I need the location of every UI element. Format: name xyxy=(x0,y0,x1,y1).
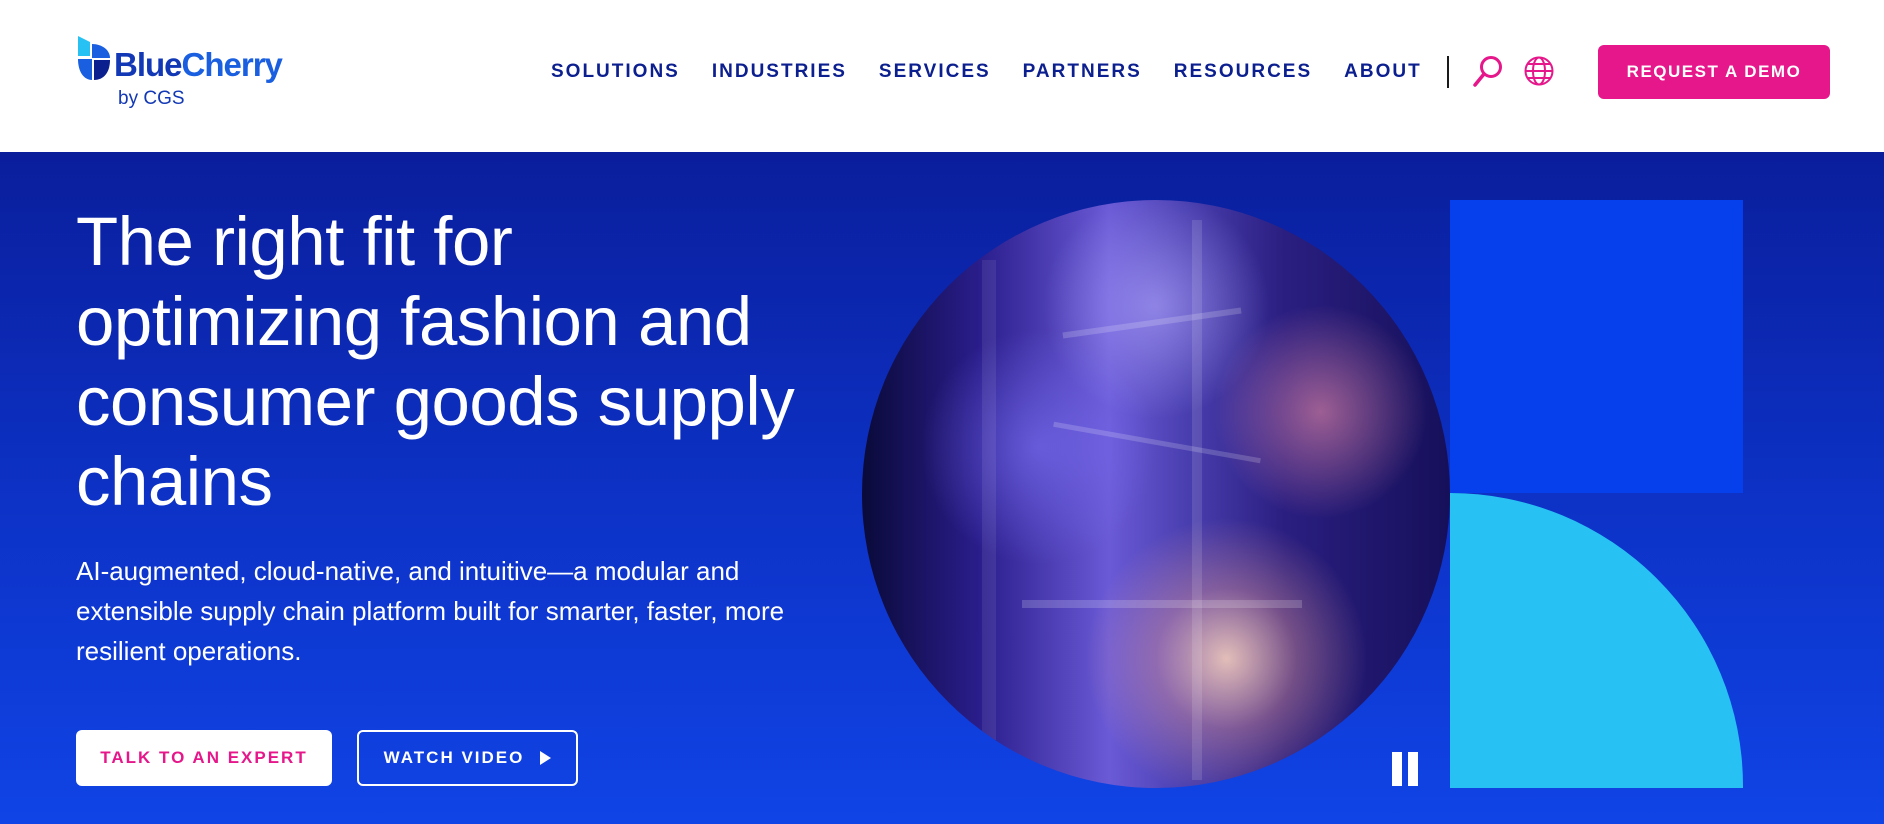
hero-section: The right fit for optimizing fashion and… xyxy=(0,152,1884,824)
nav-item-solutions[interactable]: SOLUTIONS xyxy=(551,61,680,83)
logo-word-cherry: Cherry xyxy=(181,46,283,83)
mall-escalator-stripe xyxy=(1053,421,1261,464)
nav-item-industries[interactable]: INDUSTRIES xyxy=(712,61,847,83)
bluecherry-logo[interactable]: BlueCherry by CGS xyxy=(76,34,306,114)
play-icon xyxy=(540,751,552,765)
main-nav: SOLUTIONS INDUSTRIES SERVICES PARTNERS R… xyxy=(551,59,1422,85)
watch-video-button[interactable]: WATCH VIDEO xyxy=(357,730,578,786)
nav-item-partners[interactable]: PARTNERS xyxy=(1023,61,1142,83)
logo-tagline: by CGS xyxy=(118,88,185,109)
logo-wordmark: BlueCherry xyxy=(114,46,283,84)
hero-title: The right fit for optimizing fashion and… xyxy=(76,203,795,520)
logo-word-blue: Blue xyxy=(114,46,183,83)
decor-cyan-quarter-circle xyxy=(1450,493,1743,788)
talk-to-expert-button[interactable]: TALK TO AN EXPERT xyxy=(76,730,332,786)
logo-mark-icon xyxy=(78,36,110,80)
request-demo-button[interactable]: REQUEST A DEMO xyxy=(1598,45,1830,99)
decor-blue-square xyxy=(1450,200,1743,493)
mall-column xyxy=(982,260,996,740)
watch-video-label: WATCH VIDEO xyxy=(383,748,525,767)
nav-item-services[interactable]: SERVICES xyxy=(879,61,991,83)
globe-icon[interactable] xyxy=(1523,55,1555,87)
nav-divider xyxy=(1447,56,1449,88)
mall-column xyxy=(1192,220,1202,780)
pause-icon[interactable] xyxy=(1392,752,1420,786)
hero-mall-image xyxy=(862,200,1450,788)
site-header: BlueCherry by CGS SOLUTIONS INDUSTRIES S… xyxy=(0,0,1884,152)
nav-item-about[interactable]: ABOUT xyxy=(1344,61,1422,83)
nav-item-resources[interactable]: RESOURCES xyxy=(1174,61,1312,83)
hero-subtitle: AI-augmented, cloud-native, and intuitiv… xyxy=(76,556,785,666)
mall-escalator-stripe xyxy=(1062,307,1242,339)
search-icon[interactable] xyxy=(1472,55,1504,89)
mall-floor-stripe xyxy=(1022,600,1302,608)
